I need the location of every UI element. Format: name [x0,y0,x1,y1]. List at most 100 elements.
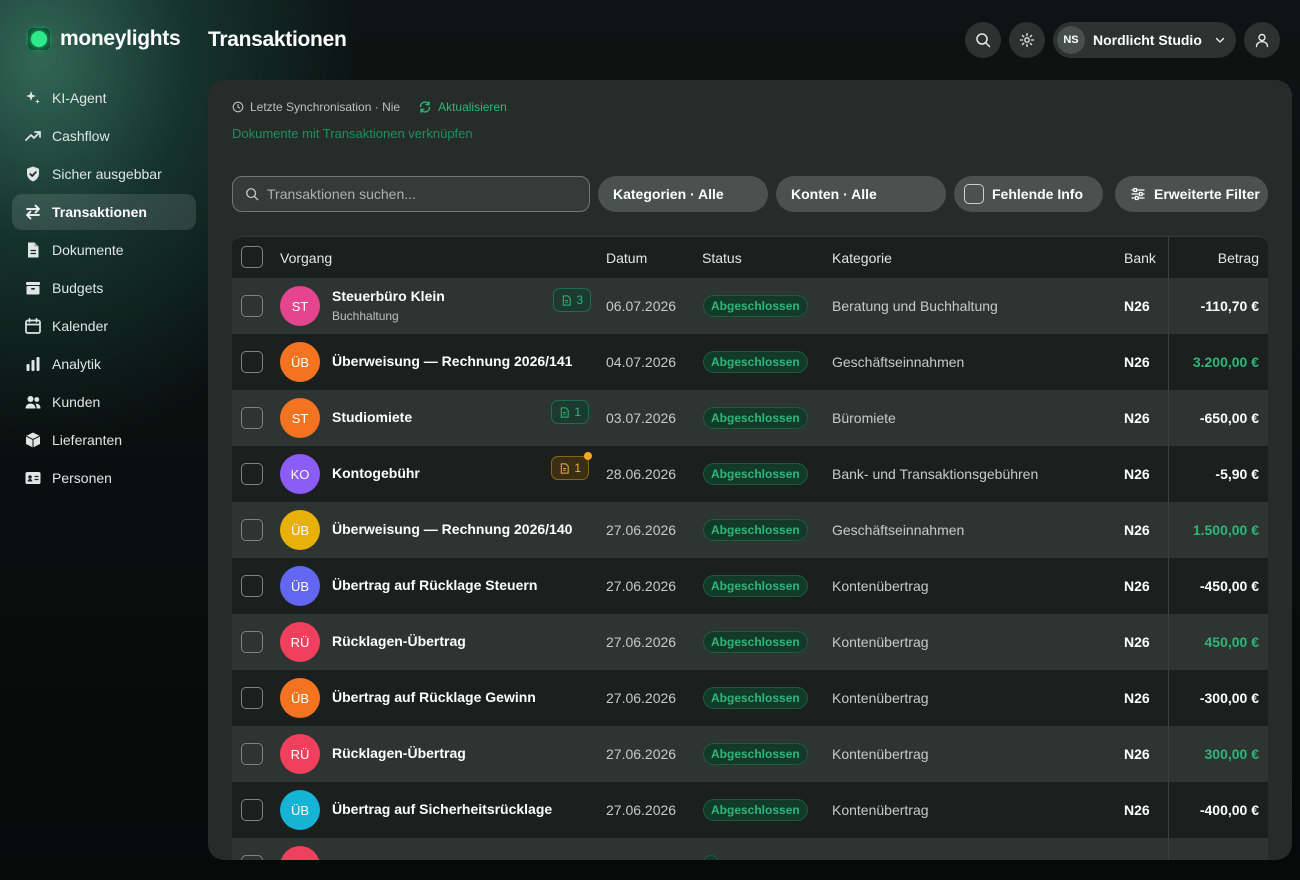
sidebar-item-lieferanten[interactable]: Lieferanten [12,422,196,458]
sidebar-item-analytik[interactable]: Analytik [12,346,196,382]
amount-cell: 300,00 € [1168,726,1268,782]
refresh-label: Aktualisieren [438,100,507,114]
sidebar-item-dokumente[interactable]: Dokumente [12,232,196,268]
avatar [280,846,320,860]
sidebar-item-cashflow[interactable]: Cashflow [12,118,196,154]
categories-filter[interactable]: Kategorien · Alle [598,176,768,212]
status-badge: Abgeschlossen [703,687,808,709]
transaction-amount: 450,00 € [1204,634,1260,650]
table-row[interactable] [232,838,1268,860]
chevron-down-icon [1215,37,1225,43]
transaction-name: Übertrag auf Rücklage Gewinn [332,689,536,705]
sidebar-item-label: Analytik [52,356,102,372]
status-label: Abgeschlossen [711,411,800,425]
row-checkbox[interactable] [241,799,263,821]
link-documents[interactable]: Dokumente mit Transaktionen verknüpfen [232,126,473,141]
transaction-category: Geschäftseinnahmen [832,354,965,370]
sidebar-item-transaktionen[interactable]: Transaktionen [12,194,196,230]
row-checkbox[interactable] [241,855,263,860]
sync-status: Letzte Synchronisation · Nie Aktualisier… [232,100,507,114]
missing-info-filter[interactable]: Fehlende Info [954,176,1103,212]
transaction-name: Rücklagen-Übertrag [332,745,466,761]
transaction-category: Beratung und Buchhaltung [832,298,998,314]
row-checkbox[interactable] [241,351,263,373]
sidebar-item-label: Lieferanten [52,432,123,448]
sidebar-item-label: Transaktionen [52,204,147,220]
documents-badge[interactable]: 1 [551,452,592,480]
table-row[interactable]: ÜB Übertrag auf Sicherheitsrücklage 27.06.… [232,782,1268,838]
table-row[interactable]: ÜB Überweisung — Rechnung 2026/140 27.06.2… [232,502,1268,558]
transaction-amount: 1.500,00 € [1192,522,1259,538]
transaction-amount: -400,00 € [1199,802,1259,818]
row-checkbox[interactable] [241,575,263,597]
sidebar-item-kunden[interactable]: Kunden [12,384,196,420]
table-row[interactable]: RÜ Rücklagen-Übertrag 27.06.2026 Abgeschlos… [232,614,1268,670]
table-row[interactable]: ST Steuerbüro Klein Buchhaltung 3 06.07.2026… [232,278,1268,334]
documents-badge[interactable]: 3 [553,288,591,312]
avatar: ÜB [280,510,320,550]
documents-badge[interactable]: 1 [551,400,589,424]
sidebar-item-ki-agent[interactable]: KI-Agent [12,80,196,116]
document-icon [561,462,569,474]
column-kategorie[interactable]: Kategorie [832,250,892,266]
status-badge: Abgeschlossen [703,519,808,541]
status-badge: Abgeschlossen [703,743,808,765]
table-row[interactable]: KO Kontogebühr 1 28.06.2026 Abgeschlossen Ban… [232,446,1268,502]
row-checkbox[interactable] [241,463,263,485]
column-bank[interactable]: Bank [1124,250,1156,266]
missing-info-label: Fehlende Info [992,186,1083,202]
sidebar-nav: KI-Agent Cashflow Sicher ausgebbar Transakt… [12,80,196,498]
refresh-button[interactable]: Aktualisieren [418,100,507,114]
users-icon [24,393,42,411]
accounts-filter[interactable]: Konten · Alle [776,176,946,212]
table-row[interactable]: RÜ Rücklagen-Übertrag 27.06.2026 Abgeschlos… [232,726,1268,782]
sidebar-item-kalender[interactable]: Kalender [12,308,196,344]
status-badge: Abgeschlossen [703,295,808,317]
status-badge: Abgeschlossen [703,575,808,597]
row-checkbox[interactable] [241,295,263,317]
avatar: ÜB [280,342,320,382]
transaction-bank: N26 [1124,466,1150,482]
row-checkbox[interactable] [241,519,263,541]
search-button[interactable] [965,22,1001,58]
transaction-date: 06.07.2026 [606,298,677,314]
select-all-checkbox[interactable] [241,246,263,268]
row-checkbox[interactable] [241,407,263,429]
search-input[interactable] [267,186,567,202]
column-status[interactable]: Status [702,250,742,266]
sidebar-item-personen[interactable]: Personen [12,460,196,496]
row-checkbox[interactable] [241,687,263,709]
avatar: ST [280,398,320,438]
logo-mark [26,26,52,52]
transaction-date: 27.06.2026 [606,522,677,538]
column-betrag[interactable]: Betrag [1218,250,1259,266]
transaction-category: Kontenübertrag [832,746,929,762]
table-row[interactable]: ÜB Übertrag auf Rücklage Steuern 27.06.202… [232,558,1268,614]
app-logo[interactable]: moneylights [26,26,181,52]
transaction-name: Übertrag auf Sicherheitsrücklage [332,801,553,817]
org-switcher[interactable]: NS Nordlicht Studio [1053,22,1236,58]
box-icon [24,431,42,449]
amount-cell: 450,00 € [1168,614,1268,670]
table-row[interactable]: ST Studiomiete 1 03.07.2026 Abgeschlossen Bür… [232,390,1268,446]
row-checkbox[interactable] [241,743,263,765]
transaction-date: 27.06.2026 [606,578,677,594]
sidebar-item-budgets[interactable]: Budgets [12,270,196,306]
settings-button[interactable] [1009,22,1045,58]
missing-info-checkbox[interactable] [964,184,984,204]
profile-button[interactable] [1244,22,1280,58]
transactions-panel: Letzte Synchronisation · Nie Aktualisier… [208,80,1292,860]
transaction-date: 27.06.2026 [606,746,677,762]
advanced-filter-button[interactable]: Erweiterte Filter [1115,176,1268,212]
table-row[interactable]: ÜB Übertrag auf Rücklage Gewinn 27.06.2026… [232,670,1268,726]
sidebar-item-sicher-ausgebbar[interactable]: Sicher ausgebbar [12,156,196,192]
transaction-bank: N26 [1124,802,1150,818]
sidebar-item-label: Personen [52,470,112,486]
column-datum[interactable]: Datum [606,250,647,266]
status-badge: Abgeschlossen [703,799,808,821]
search-box[interactable] [232,176,590,212]
avatar: ST [280,286,320,326]
row-checkbox[interactable] [241,631,263,653]
column-vorgang[interactable]: Vorgang [280,250,332,266]
table-row[interactable]: ÜB Überweisung — Rechnung 2026/141 04.07.2… [232,334,1268,390]
